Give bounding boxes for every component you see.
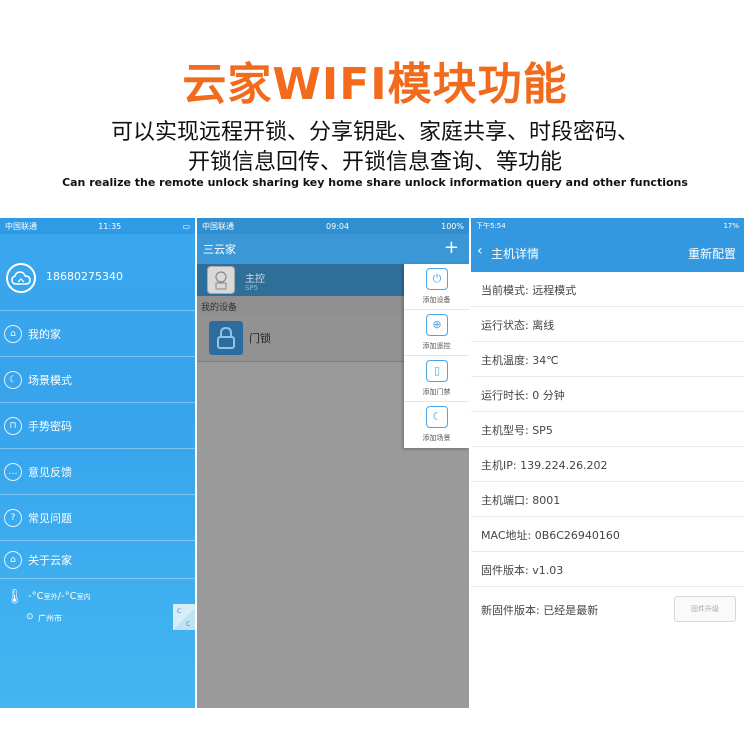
add-popup-menu: ⏻ 添加设备 ⊕ 添加遥控 ▯ 添加门禁 ☾ 添加场景 [404,264,469,448]
menu-screen: 中国联通 11:35 ▭ 18680275340 ⌂ 我的家 ☾ 场景模式 ⊓ … [0,218,195,708]
popup-add-door[interactable]: ▯ 添加门禁 [404,356,469,402]
detail-row-mode: 当前模式: 远程模式 [471,272,744,307]
moon-icon: ☾ [426,406,448,428]
master-name: 主控 [245,274,265,285]
detail-row-status: 运行状态: 离线 [471,307,744,342]
nav-title: 主机详情 [491,247,540,261]
nav-title[interactable]: 三云家 [203,241,236,257]
feature-english: Can realize the remote unlock sharing ke… [62,176,688,189]
detail-row-port: 主机端口: 8001 [471,482,744,517]
menu-item-label: 意见反馈 [28,465,72,479]
clock-label: 下午5:54 [476,222,506,230]
indoor-label: 室内 [76,593,91,601]
detail-row-firmware: 固件版本: v1.03 [471,552,744,587]
weather-widget-icon[interactable]: CC [173,604,195,630]
indoor-temp: -°C [60,591,77,602]
menu-item-label: 关于云家 [28,553,72,567]
device-name: 门锁 [249,332,271,345]
remote-icon: ⊕ [426,314,448,336]
menu-item-label: 常见问题 [28,511,72,525]
door-icon: ▯ [426,360,448,382]
question-icon: ? [4,508,22,527]
detail-row-temperature: 主机温度: 34℃ [471,342,744,377]
menu-item-label: 手势密码 [28,419,72,433]
feature-line-1: 可以实现远程开锁、分享钥匙、家庭共享、时段密码、 [110,120,639,145]
popup-add-scene[interactable]: ☾ 添加场景 [404,402,469,448]
weather-panel: 🌡 -°C室外/-°C室内 ⊙ 广州市 [0,578,195,638]
detail-row-model: 主机型号: SP5 [471,412,744,447]
menu-item-scene-mode[interactable]: ☾ 场景模式 [0,356,195,402]
cloud-home-icon[interactable] [6,263,36,293]
details-screen: 下午5:54 17% ‹ 主机详情 重新配置 当前模式: 远程模式 运行状态: … [471,218,744,708]
house-icon: ⌂ [4,550,22,569]
menu-item-label: 场景模式 [28,373,72,387]
detail-row-uptime: 运行时长: 0 分钟 [471,377,744,412]
carrier-label: 中国联通 [5,221,37,231]
battery-label: 100% [441,221,464,231]
menu-item-label: 我的家 [28,327,61,341]
power-icon: ⏻ [426,268,448,290]
detail-row-ip: 主机IP: 139.224.26.202 [471,447,744,482]
popup-label: 添加设备 [422,296,451,304]
add-plus-icon[interactable]: + [444,237,459,258]
location-pin-icon: ⊙ [26,612,34,622]
account-phone: 18680275340 [46,270,123,283]
status-bar: 下午5:54 17% [471,218,744,234]
outdoor-label: 室外 [43,593,58,601]
nav-bar: ‹ 主机详情 重新配置 [471,234,744,272]
popup-label: 添加场景 [422,434,451,442]
chat-icon: … [4,462,22,481]
back-chevron-icon[interactable]: ‹ [477,243,483,259]
svg-text:C: C [177,608,181,615]
menu-item-faq[interactable]: ? 常见问题 [0,494,195,540]
lock-icon [209,321,243,355]
battery-icon: ▭ [182,221,190,231]
svg-text:C: C [186,621,190,628]
battery-label: 17% [723,222,739,230]
home-icon: ⌂ [4,324,22,343]
menu-item-gesture-password[interactable]: ⊓ 手势密码 [0,402,195,448]
hero-title: 云家WIFI模块功能 [182,59,568,110]
popup-add-remote[interactable]: ⊕ 添加遥控 [404,310,469,356]
clock-label: 09:04 [326,221,350,231]
master-model: SP5 [245,284,259,292]
status-bar: 中国联通 09:04 100% [197,218,469,234]
thermometer-icon: 🌡 [6,589,24,605]
moon-icon: ☾ [4,370,22,389]
lock-icon: ⊓ [4,416,22,435]
weather-city: 广州市 [38,614,62,623]
outdoor-temp: -°C [28,591,44,602]
firmware-upgrade-button[interactable]: 固件升级 [674,596,736,622]
detail-row-mac: MAC地址: 0B6C26940160 [471,517,744,552]
weather-temperature: -°C室外/-°C室内 [28,591,91,602]
popup-label: 添加遥控 [422,342,451,350]
devices-screen: 中国联通 09:04 100% 三云家 + 主控 SP5 我的设备 门锁 ⏻ 添… [197,218,469,708]
hub-icon [207,266,235,294]
menu-item-my-home[interactable]: ⌂ 我的家 [0,310,195,356]
popup-add-device[interactable]: ⏻ 添加设备 [404,264,469,310]
clock-label: 11:35 [98,221,122,231]
reconfigure-button[interactable]: 重新配置 [688,245,736,262]
popup-label: 添加门禁 [422,388,451,396]
nav-bar: 三云家 + [197,234,469,264]
menu-item-feedback[interactable]: … 意见反馈 [0,448,195,494]
status-bar: 中国联通 11:35 ▭ [0,218,195,234]
carrier-label: 中国联通 [202,221,234,231]
menu-item-about[interactable]: ⌂ 关于云家 [0,540,195,578]
feature-line-2: 开锁信息回传、开锁信息查询、等功能 [187,150,562,175]
